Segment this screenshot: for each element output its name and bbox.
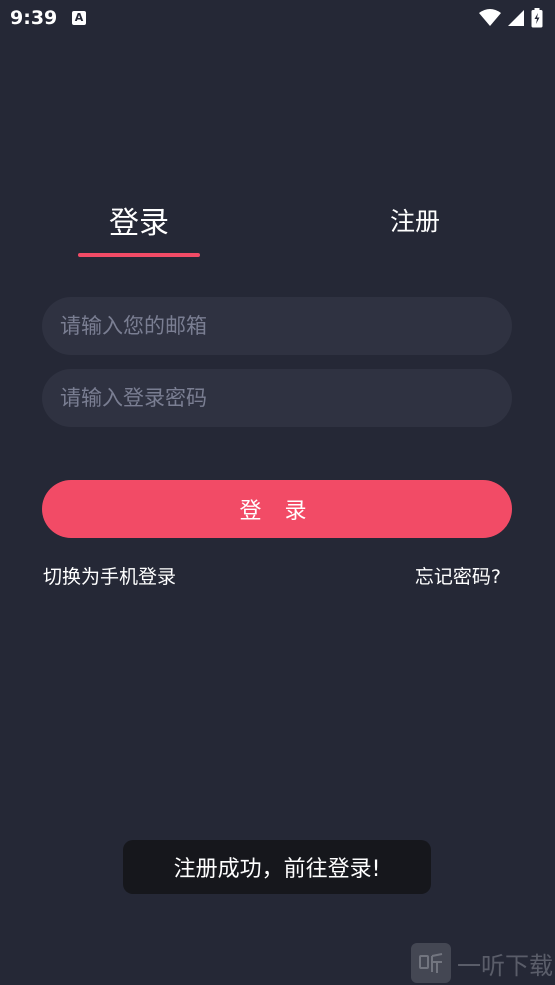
tab-login[interactable]: 登录 [78, 198, 200, 242]
signal-icon [508, 10, 524, 26]
status-bar: 9:39 A [0, 0, 555, 38]
watermark-logo-icon [411, 943, 451, 983]
wifi-icon [479, 9, 501, 26]
login-button-label: 登 录 [239, 499, 315, 524]
watermark: 一听下载 [411, 943, 553, 983]
status-icons [479, 8, 543, 28]
tab-active-indicator [78, 253, 200, 257]
forgot-password-link[interactable]: 忘记密码? [415, 562, 501, 589]
battery-icon [531, 8, 543, 28]
toast-message: 注册成功，前往登录! [123, 840, 431, 894]
password-input[interactable] [42, 369, 512, 427]
email-input[interactable] [42, 297, 512, 355]
listen-logo-icon [419, 953, 443, 973]
status-time: 9:39 [10, 7, 58, 29]
notification-a-icon: A [72, 11, 86, 25]
tab-register[interactable]: 注册 [355, 202, 475, 246]
switch-phone-login-link[interactable]: 切换为手机登录 [43, 562, 176, 589]
toast-text: 注册成功，前往登录! [173, 857, 381, 882]
watermark-text: 一听下载 [457, 951, 553, 980]
login-button[interactable]: 登 录 [42, 480, 512, 538]
